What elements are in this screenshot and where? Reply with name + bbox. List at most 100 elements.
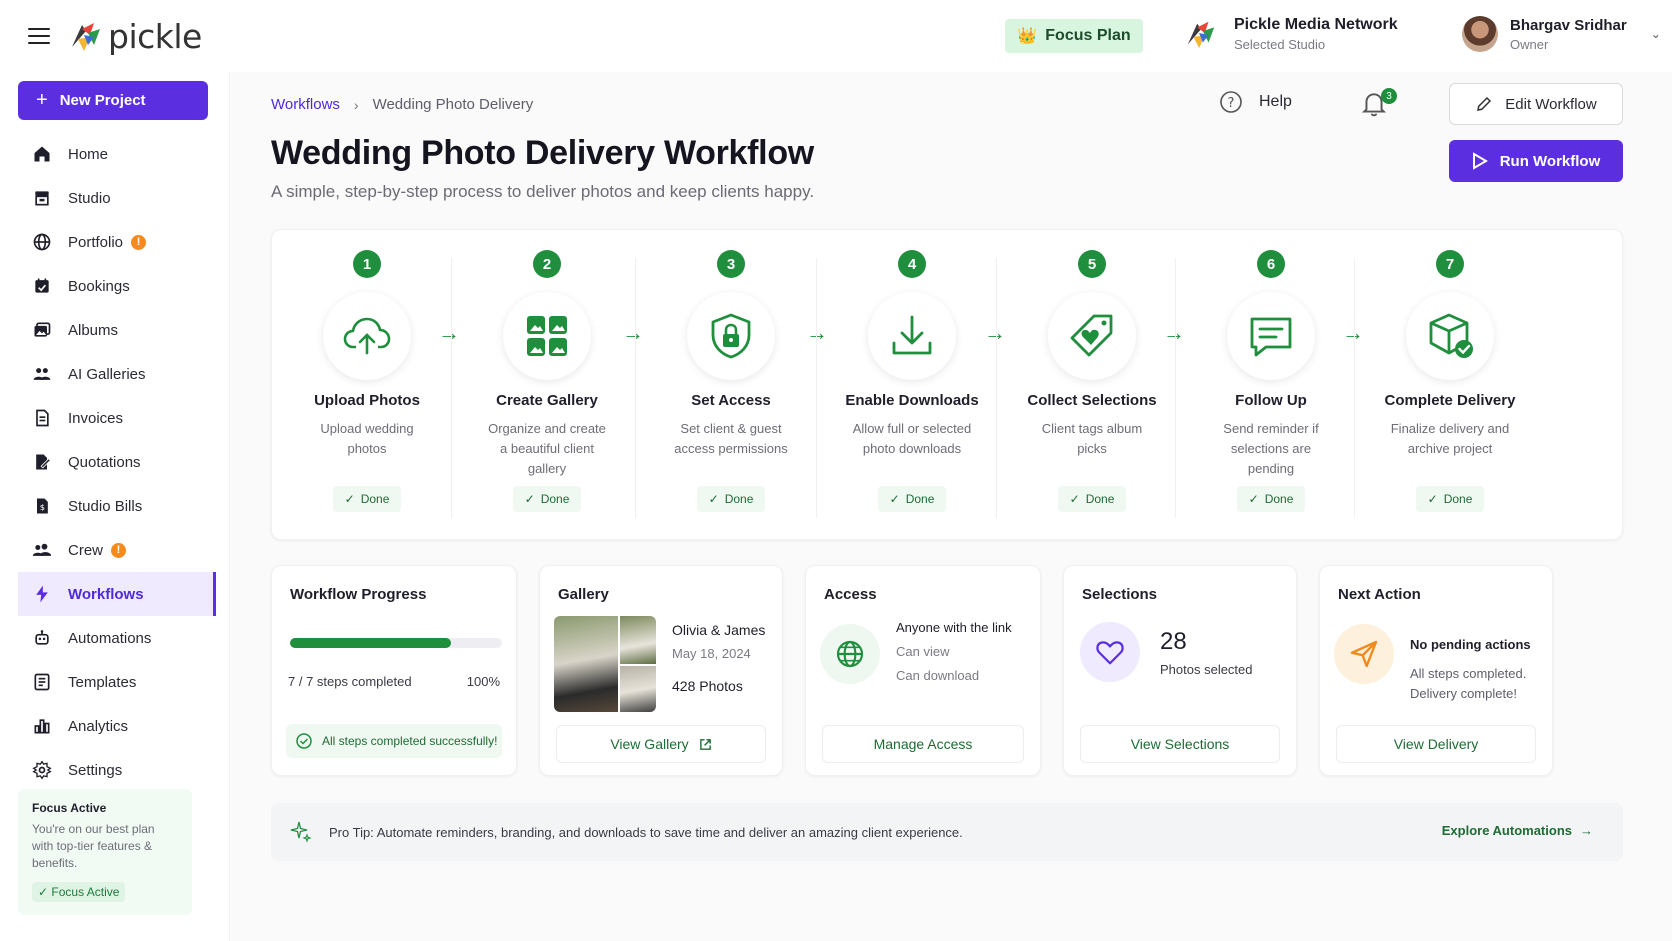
sidebar-item-studio[interactable]: Studio <box>18 176 214 220</box>
sidebar-item-home[interactable]: Home <box>18 132 214 176</box>
play-icon <box>1472 152 1488 170</box>
alert-badge: ! <box>131 234 147 250</box>
sidebar-item-workflows[interactable]: Workflows <box>18 572 216 616</box>
step-icon-circle <box>503 292 591 380</box>
sidebar-item-settings[interactable]: Settings <box>18 748 214 792</box>
success-text: All steps completed successfully! <box>322 734 498 748</box>
user-role: Owner <box>1510 36 1549 52</box>
alert-badge: ! <box>111 542 127 558</box>
help-button[interactable]: ? Help <box>1219 90 1292 114</box>
calendar-icon <box>35 278 49 293</box>
workflow-step-collect-selections[interactable]: 5 Collect Selections Client tags album p… <box>997 230 1187 541</box>
notification-count-badge: 3 <box>1381 88 1397 104</box>
step-status-badge: ✓ Done <box>332 486 402 512</box>
workflow-step-enable-downloads[interactable]: 4 Enable Downloads Allow full or selecte… <box>817 230 1007 541</box>
globe-icon <box>33 233 51 251</box>
new-project-label: New Project <box>59 92 146 109</box>
edit-workflow-button[interactable]: Edit Workflow <box>1449 83 1623 125</box>
workflow-steps-card: 1 Upload Photos Upload wedding photos ✓ D… <box>271 229 1623 540</box>
focus-active-badge: ✓ Focus Active <box>32 882 126 902</box>
menu-icon[interactable] <box>28 28 50 44</box>
view-gallery-button[interactable]: View Gallery <box>556 725 766 763</box>
gallery-photo-count: 428 Photos <box>672 678 743 694</box>
run-workflow-button[interactable]: Run Workflow <box>1449 140 1623 182</box>
view-delivery-button[interactable]: View Delivery <box>1336 725 1536 763</box>
pencil-icon <box>1477 96 1492 111</box>
chevron-down-icon: ⌄ <box>1650 27 1661 41</box>
check-circle-icon <box>296 733 312 749</box>
studio-logo-icon <box>1187 21 1215 49</box>
explore-automations-link[interactable]: Explore Automations → <box>1442 823 1593 838</box>
sidebar-item-automations[interactable]: Automations <box>18 616 214 660</box>
access-scope: Anyone with the link <box>896 620 1012 635</box>
step-icon-circle <box>687 292 775 380</box>
crew-icon <box>32 543 52 556</box>
check-icon: ✓ <box>344 492 355 506</box>
step-description: Set client & guest access permissions <box>674 421 788 456</box>
sidebar-item-bookings[interactable]: Bookings <box>18 264 214 308</box>
edit-file-icon <box>36 454 51 470</box>
workflow-step-follow-up[interactable]: 6 Follow Up Send reminder if selections … <box>1176 230 1366 541</box>
sidebar-item-studio-bills[interactable]: $ Studio Bills <box>18 484 214 528</box>
box-check-icon <box>1429 313 1473 358</box>
sidebar-item-templates[interactable]: Templates <box>18 660 214 704</box>
pro-tip-label: Pro Tip: <box>329 824 374 840</box>
step-description: Send reminder if selections are pending <box>1223 421 1319 476</box>
pro-tip-text: Pro Tip: Automate reminders, branding, a… <box>329 825 963 840</box>
step-title: Collect Selections <box>1027 392 1157 409</box>
workflow-step-complete-delivery[interactable]: 7 Complete Delivery Finalize delivery an… <box>1355 230 1545 541</box>
studio-switcher[interactable]: Pickle Media Network Selected Studio <box>1182 16 1398 52</box>
sidebar-item-label: Settings <box>68 761 123 779</box>
card-title: Next Action <box>1338 586 1421 603</box>
sidebar-item-crew[interactable]: Crew ! <box>18 528 214 572</box>
pro-tip-body: Automate reminders, branding, and downlo… <box>376 824 963 840</box>
sidebar-item-albums[interactable]: Albums <box>18 308 214 352</box>
card-title: Selections <box>1082 586 1158 603</box>
robot-icon <box>35 630 49 645</box>
sidebar-item-invoices[interactable]: Invoices <box>18 396 214 440</box>
user-menu[interactable]: Bhargav Sridhar Owner ⌄ <box>1462 16 1661 52</box>
images-icon <box>34 322 51 337</box>
sidebar-item-analytics[interactable]: Analytics <box>18 704 214 748</box>
logo[interactable]: pickle <box>68 16 202 56</box>
workflow-step-upload-photos[interactable]: 1 Upload Photos Upload wedding photos ✓ D… <box>272 230 462 541</box>
check-icon: ✓ <box>889 492 900 506</box>
card-title: Workflow Progress <box>290 586 427 603</box>
step-status: Done <box>1085 492 1115 506</box>
step-description: Allow full or selected photo downloads <box>852 421 972 456</box>
sidebar-item-label: Templates <box>68 673 137 691</box>
view-selections-button[interactable]: View Selections <box>1080 725 1280 763</box>
gallery-photo <box>620 616 656 664</box>
sidebar-item-ai-galleries[interactable]: AI Galleries <box>18 352 214 396</box>
focus-plan-button[interactable]: 👑 Focus Plan <box>1005 19 1143 53</box>
message-icon <box>1250 317 1292 357</box>
step-title: Upload Photos <box>314 392 420 409</box>
arrow-right-icon: → <box>1580 823 1593 838</box>
breadcrumb: Workflows › Wedding Photo Delivery <box>271 96 533 113</box>
step-status-badge: ✓ Done <box>512 486 582 512</box>
sidebar-item-label: Automations <box>68 629 152 647</box>
step-description: Client tags album picks <box>1041 421 1143 456</box>
view-gallery-label: View Gallery <box>610 736 689 752</box>
sidebar-item-quotations[interactable]: Quotations <box>18 440 214 484</box>
view-selections-label: View Selections <box>1130 736 1230 752</box>
workflow-step-set-access[interactable]: 3 Set Access Set client & guest access p… <box>636 230 826 541</box>
sidebar-item-portfolio[interactable]: Portfolio ! <box>18 220 214 264</box>
main-content: Workflows › Wedding Photo Delivery ? Hel… <box>231 72 1672 941</box>
new-project-button[interactable]: + New Project <box>18 81 208 120</box>
access-permission-view: Can view <box>896 644 950 659</box>
gallery-thumbnails[interactable] <box>554 616 656 712</box>
manage-access-button[interactable]: Manage Access <box>822 725 1024 763</box>
heart-tag-icon <box>1070 314 1113 357</box>
focus-active-card: Focus Active You're on our best plan wit… <box>18 789 192 915</box>
workflow-step-create-gallery[interactable]: 2 Create Gallery Organize and create a b… <box>452 230 642 541</box>
bar-chart-icon <box>34 719 50 734</box>
notifications-button[interactable]: 3 <box>1361 88 1397 118</box>
edit-workflow-label: Edit Workflow <box>1505 95 1597 113</box>
breadcrumb-workflows-link[interactable]: Workflows <box>271 96 340 113</box>
focus-card-title: Focus Active <box>32 801 107 815</box>
step-description: Organize and create a beautiful client g… <box>488 421 606 476</box>
sidebar-item-label: Portfolio <box>68 233 124 251</box>
users-icon <box>33 368 51 380</box>
send-icon <box>1350 640 1378 668</box>
